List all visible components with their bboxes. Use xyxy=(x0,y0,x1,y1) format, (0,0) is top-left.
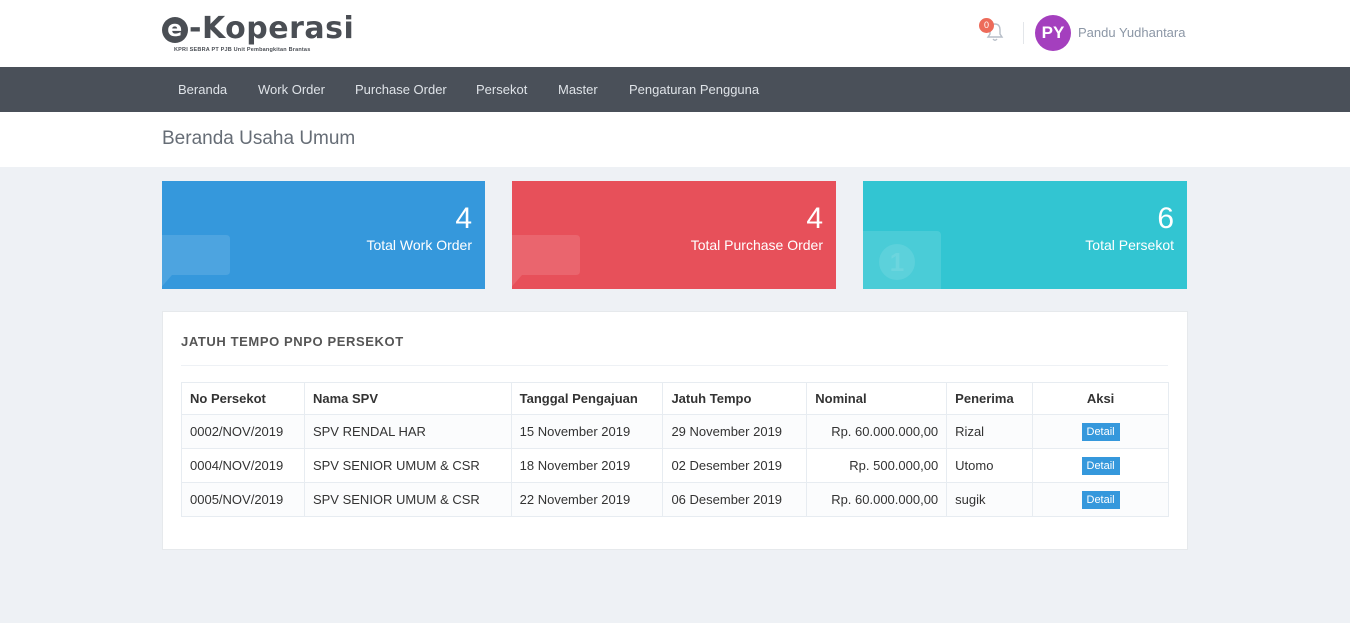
avatar[interactable]: PY xyxy=(1035,15,1071,51)
cell-nama-spv: SPV SENIOR UMUM & CSR xyxy=(303,448,512,483)
column-header[interactable]: Jatuh Tempo xyxy=(662,382,808,415)
column-header[interactable]: Nominal xyxy=(806,382,948,415)
persekot-table: No Persekot Nama SPV Tanggal Pengajuan J… xyxy=(181,382,1169,517)
cell-penerima: Utomo xyxy=(946,448,1034,483)
cell-aksi: Detail xyxy=(1032,482,1169,517)
stat-label: Total Purchase Order xyxy=(690,237,823,253)
cell-jatuh-tempo: 06 Desember 2019 xyxy=(662,482,808,517)
cell-aksi: Detail xyxy=(1032,414,1169,449)
cell-tanggal-pengajuan: 15 November 2019 xyxy=(510,414,664,449)
cell-nominal: Rp. 60.000.000,00 xyxy=(806,482,948,517)
panel-title: JATUH TEMPO PNPO PERSEKOT xyxy=(181,334,404,349)
table-row: 0002/NOV/2019 SPV RENDAL HAR 15 November… xyxy=(181,414,1169,449)
table-row: 0005/NOV/2019 SPV SENIOR UMUM & CSR 22 N… xyxy=(181,482,1169,517)
cell-no-persekot: 0004/NOV/2019 xyxy=(181,448,305,483)
page-title: Beranda Usaha Umum xyxy=(162,128,356,149)
stat-value: 4 xyxy=(455,202,472,235)
cell-no-persekot: 0002/NOV/2019 xyxy=(181,414,305,449)
panel-divider xyxy=(181,365,1168,366)
stat-card-purchase-order[interactable]: 4 Total Purchase Order xyxy=(512,181,836,289)
stat-value: 6 xyxy=(1157,202,1174,235)
nav-item-persekot[interactable]: Persekot xyxy=(476,67,527,112)
logo-wordmark: e -Koperasi xyxy=(162,14,354,44)
money-icon: 1 xyxy=(863,231,941,289)
stat-card-persekot[interactable]: 1 6 Total Persekot xyxy=(863,181,1187,289)
cell-jatuh-tempo: 02 Desember 2019 xyxy=(662,448,808,483)
nav-item-master[interactable]: Master xyxy=(558,67,598,112)
detail-button[interactable]: Detail xyxy=(1081,422,1120,441)
column-header[interactable]: Aksi xyxy=(1032,382,1169,415)
nav-item-purchase-order[interactable]: Purchase Order xyxy=(355,67,447,112)
detail-button[interactable]: Detail xyxy=(1081,490,1120,509)
main-navbar: Beranda Work Order Purchase Order Persek… xyxy=(0,67,1350,112)
column-header[interactable]: Tanggal Pengajuan xyxy=(510,382,664,415)
cell-tanggal-pengajuan: 18 November 2019 xyxy=(510,448,664,483)
notification-badge: 0 xyxy=(979,18,994,33)
cell-nominal: Rp. 60.000.000,00 xyxy=(806,414,948,449)
nav-item-work-order[interactable]: Work Order xyxy=(258,67,325,112)
nav-item-beranda[interactable]: Beranda xyxy=(178,67,227,112)
logo-tagline: KPRI SEBRA PT PJB Unit Pembangkitan Bran… xyxy=(174,47,311,53)
table-header-row: No Persekot Nama SPV Tanggal Pengajuan J… xyxy=(181,382,1169,415)
cell-nominal: Rp. 500.000,00 xyxy=(806,448,948,483)
page-title-bar: Beranda Usaha Umum xyxy=(0,112,1350,167)
stat-label: Total Persekot xyxy=(1085,237,1174,253)
nav-item-pengaturan-pengguna[interactable]: Pengaturan Pengguna xyxy=(629,67,759,112)
table-row: 0004/NOV/2019 SPV SENIOR UMUM & CSR 18 N… xyxy=(181,448,1169,483)
header-divider xyxy=(1023,22,1024,44)
stat-value: 4 xyxy=(806,202,823,235)
cell-no-persekot: 0005/NOV/2019 xyxy=(181,482,305,517)
stat-label: Total Work Order xyxy=(366,237,472,253)
comment-icon xyxy=(162,235,230,287)
column-header[interactable]: Penerima xyxy=(946,382,1034,415)
comment-icon xyxy=(512,235,580,287)
cell-tanggal-pengajuan: 22 November 2019 xyxy=(510,482,664,517)
column-header[interactable]: No Persekot xyxy=(181,382,305,415)
stat-card-work-order[interactable]: 4 Total Work Order xyxy=(162,181,485,289)
top-header: e -Koperasi KPRI SEBRA PT PJB Unit Pemban… xyxy=(0,0,1350,67)
cell-nama-spv: SPV RENDAL HAR xyxy=(303,414,512,449)
detail-button[interactable]: Detail xyxy=(1081,456,1120,475)
cell-aksi: Detail xyxy=(1032,448,1169,483)
column-header[interactable]: Nama SPV xyxy=(303,382,512,415)
cell-nama-spv: SPV SENIOR UMUM & CSR xyxy=(303,482,512,517)
cell-jatuh-tempo: 29 November 2019 xyxy=(662,414,808,449)
due-persekot-panel: JATUH TEMPO PNPO PERSEKOT No Persekot Na… xyxy=(162,311,1188,550)
app-logo[interactable]: e -Koperasi KPRI SEBRA PT PJB Unit Pemban… xyxy=(162,14,354,53)
svg-text:1: 1 xyxy=(890,247,904,277)
cell-penerima: sugik xyxy=(946,482,1034,517)
user-name[interactable]: Pandu Yudhantara xyxy=(1078,25,1185,40)
cell-penerima: Rizal xyxy=(946,414,1034,449)
